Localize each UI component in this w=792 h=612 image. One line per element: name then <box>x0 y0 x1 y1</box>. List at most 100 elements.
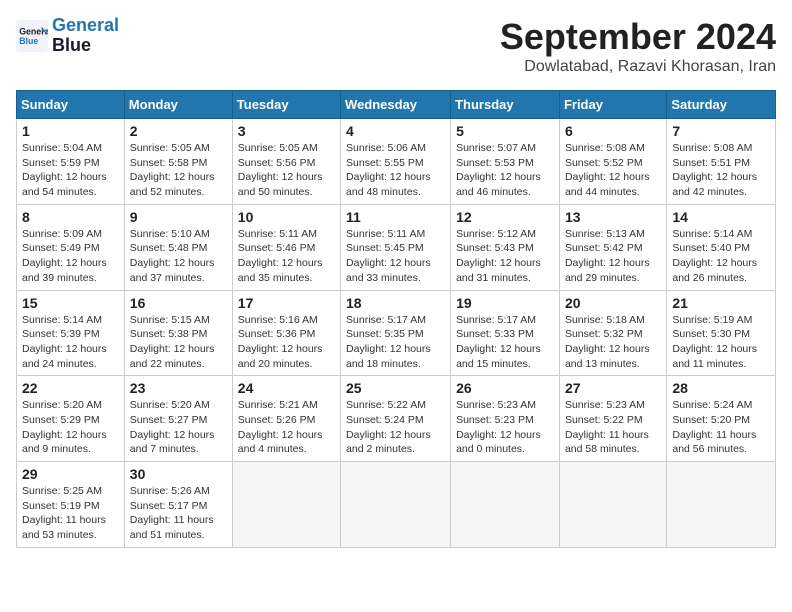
svg-text:Blue: Blue <box>19 36 38 46</box>
table-row: 3 Sunrise: 5:05 AM Sunset: 5:56 PM Dayli… <box>232 119 340 205</box>
day-number: 21 <box>672 295 770 311</box>
day-info: Sunrise: 5:19 AM Sunset: 5:30 PM Dayligh… <box>672 313 770 372</box>
day-info: Sunrise: 5:17 AM Sunset: 5:33 PM Dayligh… <box>456 313 554 372</box>
day-info: Sunrise: 5:15 AM Sunset: 5:38 PM Dayligh… <box>130 313 227 372</box>
day-info: Sunrise: 5:21 AM Sunset: 5:26 PM Dayligh… <box>238 398 335 457</box>
day-number: 11 <box>346 209 445 225</box>
day-number: 17 <box>238 295 335 311</box>
logo: General Blue GeneralBlue <box>16 16 119 56</box>
table-row: 6 Sunrise: 5:08 AM Sunset: 5:52 PM Dayli… <box>559 119 666 205</box>
col-monday: Monday <box>124 91 232 119</box>
table-row: 20 Sunrise: 5:18 AM Sunset: 5:32 PM Dayl… <box>559 290 666 376</box>
day-number: 28 <box>672 380 770 396</box>
day-number: 29 <box>22 466 119 482</box>
day-info: Sunrise: 5:17 AM Sunset: 5:35 PM Dayligh… <box>346 313 445 372</box>
day-number: 30 <box>130 466 227 482</box>
table-row: 30 Sunrise: 5:26 AM Sunset: 5:17 PM Dayl… <box>124 462 232 548</box>
logo-text: GeneralBlue <box>52 16 119 56</box>
table-row: 14 Sunrise: 5:14 AM Sunset: 5:40 PM Dayl… <box>667 204 776 290</box>
table-row <box>667 462 776 548</box>
day-info: Sunrise: 5:07 AM Sunset: 5:53 PM Dayligh… <box>456 141 554 200</box>
day-number: 22 <box>22 380 119 396</box>
day-info: Sunrise: 5:09 AM Sunset: 5:49 PM Dayligh… <box>22 227 119 286</box>
title-section: September 2024 Dowlatabad, Razavi Khoras… <box>500 16 776 76</box>
location-title: Dowlatabad, Razavi Khorasan, Iran <box>500 58 776 76</box>
day-info: Sunrise: 5:06 AM Sunset: 5:55 PM Dayligh… <box>346 141 445 200</box>
day-number: 12 <box>456 209 554 225</box>
table-row: 9 Sunrise: 5:10 AM Sunset: 5:48 PM Dayli… <box>124 204 232 290</box>
day-info: Sunrise: 5:18 AM Sunset: 5:32 PM Dayligh… <box>565 313 661 372</box>
day-number: 7 <box>672 123 770 139</box>
table-row: 8 Sunrise: 5:09 AM Sunset: 5:49 PM Dayli… <box>17 204 125 290</box>
table-row: 2 Sunrise: 5:05 AM Sunset: 5:58 PM Dayli… <box>124 119 232 205</box>
day-info: Sunrise: 5:13 AM Sunset: 5:42 PM Dayligh… <box>565 227 661 286</box>
day-info: Sunrise: 5:14 AM Sunset: 5:40 PM Dayligh… <box>672 227 770 286</box>
table-row: 11 Sunrise: 5:11 AM Sunset: 5:45 PM Dayl… <box>341 204 451 290</box>
table-row: 10 Sunrise: 5:11 AM Sunset: 5:46 PM Dayl… <box>232 204 340 290</box>
day-number: 19 <box>456 295 554 311</box>
table-row: 4 Sunrise: 5:06 AM Sunset: 5:55 PM Dayli… <box>341 119 451 205</box>
table-row: 25 Sunrise: 5:22 AM Sunset: 5:24 PM Dayl… <box>341 376 451 462</box>
day-info: Sunrise: 5:05 AM Sunset: 5:58 PM Dayligh… <box>130 141 227 200</box>
day-info: Sunrise: 5:23 AM Sunset: 5:22 PM Dayligh… <box>565 398 661 457</box>
table-row: 27 Sunrise: 5:23 AM Sunset: 5:22 PM Dayl… <box>559 376 666 462</box>
table-row: 12 Sunrise: 5:12 AM Sunset: 5:43 PM Dayl… <box>451 204 560 290</box>
day-number: 13 <box>565 209 661 225</box>
day-number: 16 <box>130 295 227 311</box>
day-number: 6 <box>565 123 661 139</box>
table-row <box>559 462 666 548</box>
day-info: Sunrise: 5:10 AM Sunset: 5:48 PM Dayligh… <box>130 227 227 286</box>
col-sunday: Sunday <box>17 91 125 119</box>
table-row: 15 Sunrise: 5:14 AM Sunset: 5:39 PM Dayl… <box>17 290 125 376</box>
table-row: 16 Sunrise: 5:15 AM Sunset: 5:38 PM Dayl… <box>124 290 232 376</box>
day-number: 5 <box>456 123 554 139</box>
day-number: 2 <box>130 123 227 139</box>
day-info: Sunrise: 5:08 AM Sunset: 5:52 PM Dayligh… <box>565 141 661 200</box>
table-row: 29 Sunrise: 5:25 AM Sunset: 5:19 PM Dayl… <box>17 462 125 548</box>
table-row <box>341 462 451 548</box>
day-info: Sunrise: 5:20 AM Sunset: 5:29 PM Dayligh… <box>22 398 119 457</box>
table-row: 21 Sunrise: 5:19 AM Sunset: 5:30 PM Dayl… <box>667 290 776 376</box>
day-number: 26 <box>456 380 554 396</box>
day-number: 10 <box>238 209 335 225</box>
table-row: 5 Sunrise: 5:07 AM Sunset: 5:53 PM Dayli… <box>451 119 560 205</box>
logo-icon: General Blue <box>16 20 48 52</box>
day-number: 4 <box>346 123 445 139</box>
day-number: 14 <box>672 209 770 225</box>
col-friday: Friday <box>559 91 666 119</box>
day-info: Sunrise: 5:22 AM Sunset: 5:24 PM Dayligh… <box>346 398 445 457</box>
table-row: 1 Sunrise: 5:04 AM Sunset: 5:59 PM Dayli… <box>17 119 125 205</box>
col-thursday: Thursday <box>451 91 560 119</box>
day-number: 15 <box>22 295 119 311</box>
table-row: 24 Sunrise: 5:21 AM Sunset: 5:26 PM Dayl… <box>232 376 340 462</box>
table-row: 17 Sunrise: 5:16 AM Sunset: 5:36 PM Dayl… <box>232 290 340 376</box>
day-number: 8 <box>22 209 119 225</box>
table-row: 26 Sunrise: 5:23 AM Sunset: 5:23 PM Dayl… <box>451 376 560 462</box>
day-number: 1 <box>22 123 119 139</box>
table-row: 28 Sunrise: 5:24 AM Sunset: 5:20 PM Dayl… <box>667 376 776 462</box>
day-info: Sunrise: 5:08 AM Sunset: 5:51 PM Dayligh… <box>672 141 770 200</box>
table-row <box>232 462 340 548</box>
day-info: Sunrise: 5:24 AM Sunset: 5:20 PM Dayligh… <box>672 398 770 457</box>
day-info: Sunrise: 5:12 AM Sunset: 5:43 PM Dayligh… <box>456 227 554 286</box>
day-info: Sunrise: 5:11 AM Sunset: 5:46 PM Dayligh… <box>238 227 335 286</box>
table-row: 22 Sunrise: 5:20 AM Sunset: 5:29 PM Dayl… <box>17 376 125 462</box>
day-info: Sunrise: 5:04 AM Sunset: 5:59 PM Dayligh… <box>22 141 119 200</box>
day-number: 18 <box>346 295 445 311</box>
month-title: September 2024 <box>500 16 776 58</box>
day-number: 20 <box>565 295 661 311</box>
day-info: Sunrise: 5:23 AM Sunset: 5:23 PM Dayligh… <box>456 398 554 457</box>
col-saturday: Saturday <box>667 91 776 119</box>
day-info: Sunrise: 5:26 AM Sunset: 5:17 PM Dayligh… <box>130 484 227 543</box>
table-row: 13 Sunrise: 5:13 AM Sunset: 5:42 PM Dayl… <box>559 204 666 290</box>
day-number: 24 <box>238 380 335 396</box>
day-number: 9 <box>130 209 227 225</box>
day-info: Sunrise: 5:20 AM Sunset: 5:27 PM Dayligh… <box>130 398 227 457</box>
table-row: 23 Sunrise: 5:20 AM Sunset: 5:27 PM Dayl… <box>124 376 232 462</box>
table-row: 7 Sunrise: 5:08 AM Sunset: 5:51 PM Dayli… <box>667 119 776 205</box>
table-row <box>451 462 560 548</box>
col-wednesday: Wednesday <box>341 91 451 119</box>
table-row: 19 Sunrise: 5:17 AM Sunset: 5:33 PM Dayl… <box>451 290 560 376</box>
day-info: Sunrise: 5:05 AM Sunset: 5:56 PM Dayligh… <box>238 141 335 200</box>
day-number: 23 <box>130 380 227 396</box>
